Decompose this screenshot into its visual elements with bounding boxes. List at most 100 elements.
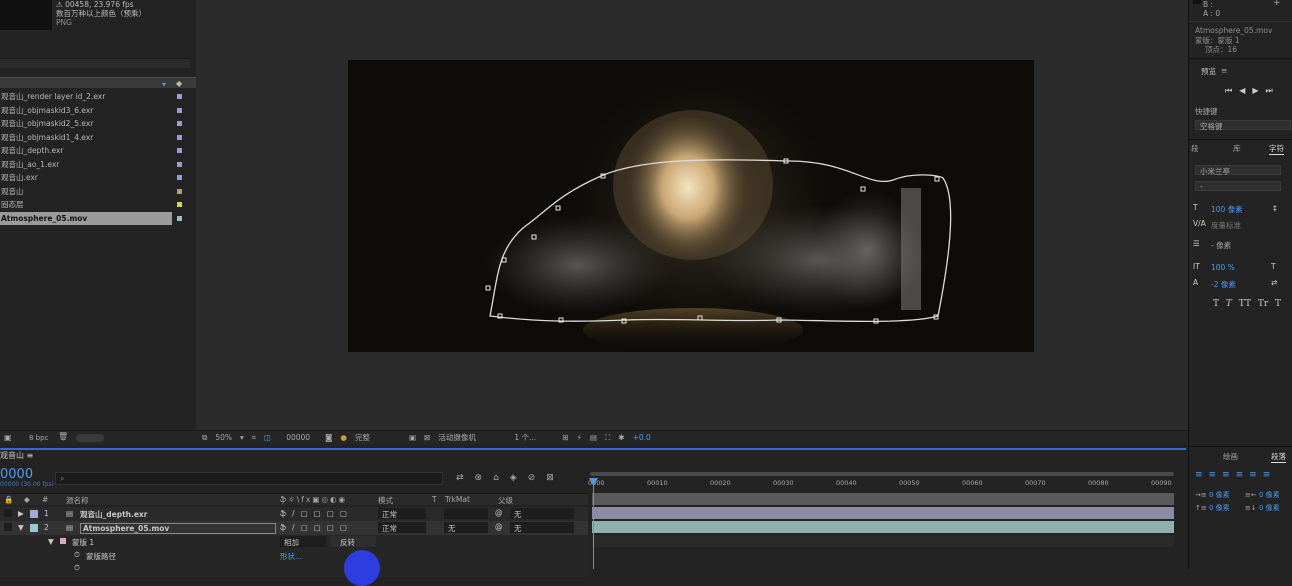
expand-arrow-icon[interactable]: ▼ [18,523,24,532]
label-tag-icon[interactable]: ◆ [176,79,182,88]
vertical-scale-value[interactable]: 100 % [1211,263,1235,272]
mask-group-row[interactable]: ▼ 蒙版 1 相加 反转 [0,535,588,549]
baseline-value[interactable]: -2 像素 [1211,279,1236,290]
expand-arrow-icon[interactable]: ▶ [18,509,24,518]
layer-switches[interactable]: ֆ/▢▢▢▢ [280,509,353,518]
add-icon[interactable]: + [1273,0,1281,8]
views-select[interactable]: 1 个... [514,432,554,443]
faux-italic-button[interactable]: T [1226,299,1232,309]
trkmat-header[interactable]: TrkMat [445,495,470,504]
t-header[interactable]: T [432,495,437,504]
font-family-select[interactable]: 小米兰亭 [1195,165,1281,176]
tab-paint[interactable]: 绘画 [1223,451,1238,462]
blend-mode-select[interactable]: 正常 [378,522,426,533]
blend-mode-select[interactable]: 正常 [378,508,426,519]
indent-left-value[interactable]: →≡ 0 像素 [1195,490,1230,500]
pickwhip-icon[interactable]: @ [495,508,503,517]
layer-name[interactable]: Atmosphere_05.mov [80,523,276,534]
layer-row[interactable]: ▶ 1 ▤ 观音山_depth.exr ֆ/▢▢▢▢ 正常 @ 无 [0,507,588,521]
fast-preview-icon[interactable]: ⚡ [577,433,582,442]
layer-name[interactable]: 观音山_depth.exr [80,509,147,520]
tab-character[interactable]: 字符 [1269,143,1284,155]
type-style-buttons[interactable]: T T TT Tr T [1213,299,1281,309]
expand-arrow-icon[interactable]: ▼ [48,537,54,546]
layer-row[interactable]: ▼ 2 ▤ Atmosphere_05.mov ֆ/▢▢▢▢ 正常 无 @ 无 [0,521,588,535]
tab-paragraph[interactable]: 段 [1191,143,1199,154]
project-item[interactable]: 固态层 [0,198,196,212]
reset-exposure-icon[interactable]: ✱ [618,433,624,442]
composition-frame[interactable] [348,60,1034,352]
time-ruler[interactable]: 0000 00010 00020 00030 00040 00050 00060 00070 0… [588,470,1186,492]
exposure-value[interactable]: +0.0 [633,433,651,442]
project-item[interactable]: 观音山_objmaskid1_4.exr [0,131,196,145]
layer-color-swatch[interactable] [30,510,38,518]
kerning-value[interactable]: 度量标准 [1211,220,1241,231]
region-icon[interactable]: ▣ [409,433,416,442]
space-before-value[interactable]: ↑≡ 0 像素 [1195,503,1230,513]
indent-right-value[interactable]: ≡← 0 像素 [1245,490,1280,500]
timeline-icon[interactable]: ▤ [590,433,597,442]
project-item[interactable]: 观音山_depth.exr [0,144,196,158]
show-channel-icon[interactable]: ● [340,433,347,442]
menu-icon[interactable]: ≡ [27,451,34,460]
mask-invert-checkbox[interactable]: 反转 [330,536,376,547]
small-caps-button[interactable]: Tr [1258,299,1268,309]
magnifier-icon[interactable]: ⧉ [202,433,207,443]
snapshot-icon[interactable]: ◙ [325,433,332,442]
project-item[interactable]: 观音山_objmaskid3_6.exr [0,104,196,118]
menu-icon[interactable]: ≡ [1221,66,1227,75]
safe-margins-icon[interactable]: ⌗ [252,433,256,443]
pickwhip-icon[interactable]: @ [495,522,503,531]
label-icon[interactable]: ◆ [24,495,30,504]
toggle-pixel-icon[interactable]: ⊞ [562,433,568,442]
all-caps-button[interactable]: TT [1239,299,1251,309]
parent-header[interactable]: 父级 [498,495,513,506]
current-time-field[interactable]: 00000 [279,433,317,442]
resolution-select[interactable]: 完整 [355,432,401,443]
playhead[interactable] [593,478,594,569]
label-color-swatch[interactable] [177,94,182,99]
timeline-search-input[interactable]: ⌕ [55,472,443,485]
label-color-swatch[interactable] [177,121,182,126]
project-item[interactable]: 观音山_ao_1.exr [0,158,196,172]
superscript-button[interactable]: T [1275,299,1281,309]
bit-depth-button[interactable]: 8 bpc [29,434,48,442]
mask-visibility-icon[interactable]: ◫ [264,433,271,442]
timeline-tab[interactable]: 观音山 ≡ [0,450,34,461]
switches-header-icons[interactable]: ֆ☼\fx▣◎◐◉ [280,495,347,504]
stroke-width-value[interactable]: - 像素 [1211,240,1231,251]
interpret-footage-icon[interactable]: ▣ [4,433,12,442]
tab-library[interactable]: 库 [1233,143,1241,154]
lock-icon[interactable]: 🔒 [4,495,13,504]
mode-header[interactable]: 模式 [378,495,393,506]
label-color-swatch[interactable] [177,161,182,167]
label-color-swatch[interactable] [177,215,182,221]
font-size-value[interactable]: 100 像素 [1211,204,1243,215]
label-color-swatch[interactable] [177,134,182,140]
project-item[interactable]: 观音山_objmaskid2_5.exr [0,117,196,131]
space-after-value[interactable]: ≡↓ 0 像素 [1245,503,1280,513]
layer-2-duration-bar[interactable] [592,521,1174,533]
work-area-bar[interactable] [590,472,1174,476]
space-before[interactable]: 0 像素 [1209,504,1230,512]
layer-switches[interactable]: ֆ/▢▢▢▢ [280,523,353,532]
camera-select[interactable]: 活动摄像机 [438,432,506,443]
trkmat-select[interactable]: 无 [444,522,488,533]
mask-path-row[interactable]: ⏱ 蒙版路径 形状... [0,549,588,563]
font-style-select[interactable]: - [1195,181,1281,191]
paragraph-align-buttons[interactable]: ≡≡≡≡≡≡ [1195,470,1276,480]
label-color-swatch[interactable] [177,148,182,153]
visibility-toggle[interactable] [4,509,12,517]
project-item[interactable]: 观音山.exr [0,171,196,185]
thumbnail-slider[interactable] [76,434,104,442]
sort-chevron-icon[interactable]: ▾ [162,80,166,89]
zoom-chevron-icon[interactable]: ▾ [240,433,244,442]
label-color-swatch[interactable] [177,107,182,113]
label-color-swatch[interactable] [177,188,182,194]
trkmat-select[interactable] [444,508,488,519]
mask-mode-select[interactable]: 相加 [280,536,326,547]
project-item[interactable]: 观音山_render layer id_2.exr [0,90,196,104]
transparency-grid-icon[interactable]: ⊠ [424,433,430,442]
visibility-toggle[interactable] [4,523,12,531]
trash-icon[interactable]: 🗑 [58,432,68,441]
